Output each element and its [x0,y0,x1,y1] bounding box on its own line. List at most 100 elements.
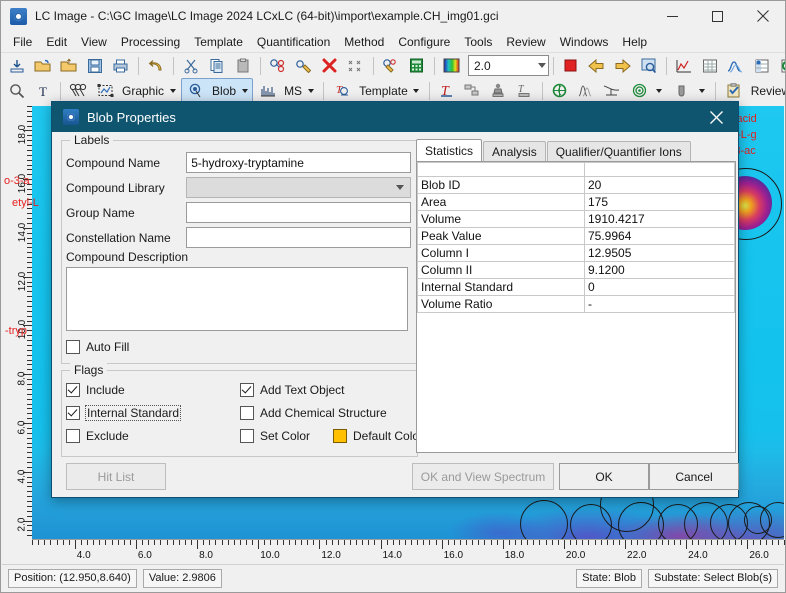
delete-icon[interactable] [317,53,342,78]
flag-add-text-object-checkbox-box[interactable] [240,383,254,397]
zoom-level-combo[interactable]: 2.0 [468,55,549,76]
flag-exclude-checkbox[interactable]: Exclude [66,429,129,443]
target-icon[interactable] [627,78,652,103]
table-blue-icon[interactable] [749,53,774,78]
peaks-icon[interactable] [573,78,598,103]
group-name-input[interactable] [186,202,411,223]
cancel-button[interactable]: Cancel [649,463,739,490]
auto-fill-checkbox[interactable]: Auto Fill [66,340,129,354]
text-tool-icon[interactable]: T [30,78,55,103]
minimize-button[interactable] [650,1,695,31]
close-button[interactable] [740,1,785,31]
menu-view[interactable]: View [74,33,114,51]
forward-arrow-icon[interactable] [610,53,635,78]
blob-icon[interactable] [183,78,208,103]
flag-internal-standard-checkbox-box[interactable] [66,406,80,420]
transform-icon[interactable]: T [434,78,459,103]
blob-detect-icon[interactable] [265,53,290,78]
cut-icon[interactable] [178,53,203,78]
import-icon[interactable] [4,53,29,78]
target-dropdown-arrow[interactable] [653,79,666,102]
menu-method[interactable]: Method [337,33,391,51]
default-color-swatch-row[interactable]: Default Color [333,429,423,443]
spreadsheet-icon[interactable] [697,53,722,78]
clear-marks-icon[interactable] [343,53,368,78]
hand-icon[interactable] [670,78,695,103]
menu-tools[interactable]: Tools [457,33,499,51]
blob-outline[interactable] [520,500,568,540]
maximize-button[interactable] [695,1,740,31]
print-icon[interactable] [108,53,133,78]
flag-include-checkbox-box[interactable] [66,383,80,397]
table-green-icon[interactable] [775,53,786,78]
menu-configure[interactable]: Configure [391,33,457,51]
review-tool-group[interactable]: Review [720,78,786,103]
default-color-swatch[interactable] [333,429,347,443]
blob-dropdown-arrow[interactable] [238,79,251,102]
menu-file[interactable]: File [6,33,39,51]
flag-add-text-object-checkbox[interactable]: Add Text Object [240,383,345,397]
stamp-icon[interactable] [486,78,511,103]
open-folder-icon[interactable] [30,53,55,78]
menu-review[interactable]: Review [499,33,552,51]
compound-name-input[interactable]: 5-hydroxy-tryptamine [186,152,411,173]
graphic-tool-group[interactable]: Graphic [91,78,181,103]
menu-help[interactable]: Help [615,33,654,51]
constellation-name-input[interactable] [186,227,411,248]
blob-outline[interactable] [618,502,664,540]
compound-library-select[interactable] [186,177,411,198]
save-icon[interactable] [82,53,107,78]
template-dropdown-arrow[interactable] [410,79,423,102]
menu-template[interactable]: Template [187,33,250,51]
template-tool-group[interactable]: T Template [328,78,425,103]
ms-icon[interactable] [255,78,280,103]
compound-description-textarea[interactable] [66,267,408,331]
back-arrow-icon[interactable] [584,53,609,78]
zoom-region-icon[interactable] [636,53,661,78]
baseline-icon[interactable]: T [512,78,537,103]
flow-icon[interactable] [460,78,485,103]
statistics-table[interactable]: Blob ID 20 Area 175 Volume 1910.4217 Pea… [416,161,736,453]
target-tool-group[interactable] [625,78,668,103]
globe-icon[interactable] [547,78,572,103]
dialog-title-bar[interactable]: Blob Properties [52,102,738,132]
tab-statistics[interactable]: Statistics [416,139,482,161]
graphic-icon[interactable] [93,78,118,103]
surface-3d-icon[interactable] [723,53,748,78]
ms-tool-group[interactable]: MS [253,78,319,103]
menu-windows[interactable]: Windows [553,33,616,51]
colormap-icon[interactable] [439,53,464,78]
flag-set-color-checkbox[interactable]: Set Color [240,429,310,443]
zoom-tool-icon[interactable] [4,78,29,103]
flag-internal-standard-checkbox[interactable]: Internal Standard [66,406,180,420]
tab-qualifier-quantifier-ions[interactable]: Qualifier/Quantifier Ions [547,141,691,161]
open-file-icon[interactable] [56,53,81,78]
paint-icon[interactable] [378,53,403,78]
flag-exclude-checkbox-box[interactable] [66,429,80,443]
auto-fill-checkbox-box[interactable] [66,340,80,354]
blob-edit-icon[interactable] [291,53,316,78]
review-clipboard-icon[interactable] [722,78,747,103]
blob-tool-group[interactable]: Blob [181,78,253,103]
template-icon[interactable]: T [330,78,355,103]
ms-dropdown-arrow[interactable] [304,79,317,102]
hand-dropdown-arrow[interactable] [696,79,709,102]
blob-properties-dialog[interactable]: Blob Properties Labels Compound Name 5-h… [51,101,739,498]
stop-icon[interactable] [558,53,583,78]
graphic-dropdown-arrow[interactable] [166,79,179,102]
dialog-close-button[interactable] [694,102,738,132]
ok-and-view-spectrum-button[interactable]: OK and View Spectrum [412,463,554,490]
profile-icon[interactable] [599,78,624,103]
menu-edit[interactable]: Edit [39,33,74,51]
scissors-icon[interactable] [65,78,90,103]
flag-add-chemical-structure-checkbox-box[interactable] [240,406,254,420]
undo-icon[interactable] [143,53,168,78]
flag-set-color-checkbox-box[interactable] [240,429,254,443]
chromatogram-icon[interactable] [671,53,696,78]
flag-add-chemical-structure-checkbox[interactable]: Add Chemical Structure [240,406,387,420]
menu-quantification[interactable]: Quantification [250,33,337,51]
flag-include-checkbox[interactable]: Include [66,383,125,397]
menu-processing[interactable]: Processing [114,33,187,51]
paste-icon[interactable] [230,53,255,78]
copy-icon[interactable] [204,53,229,78]
